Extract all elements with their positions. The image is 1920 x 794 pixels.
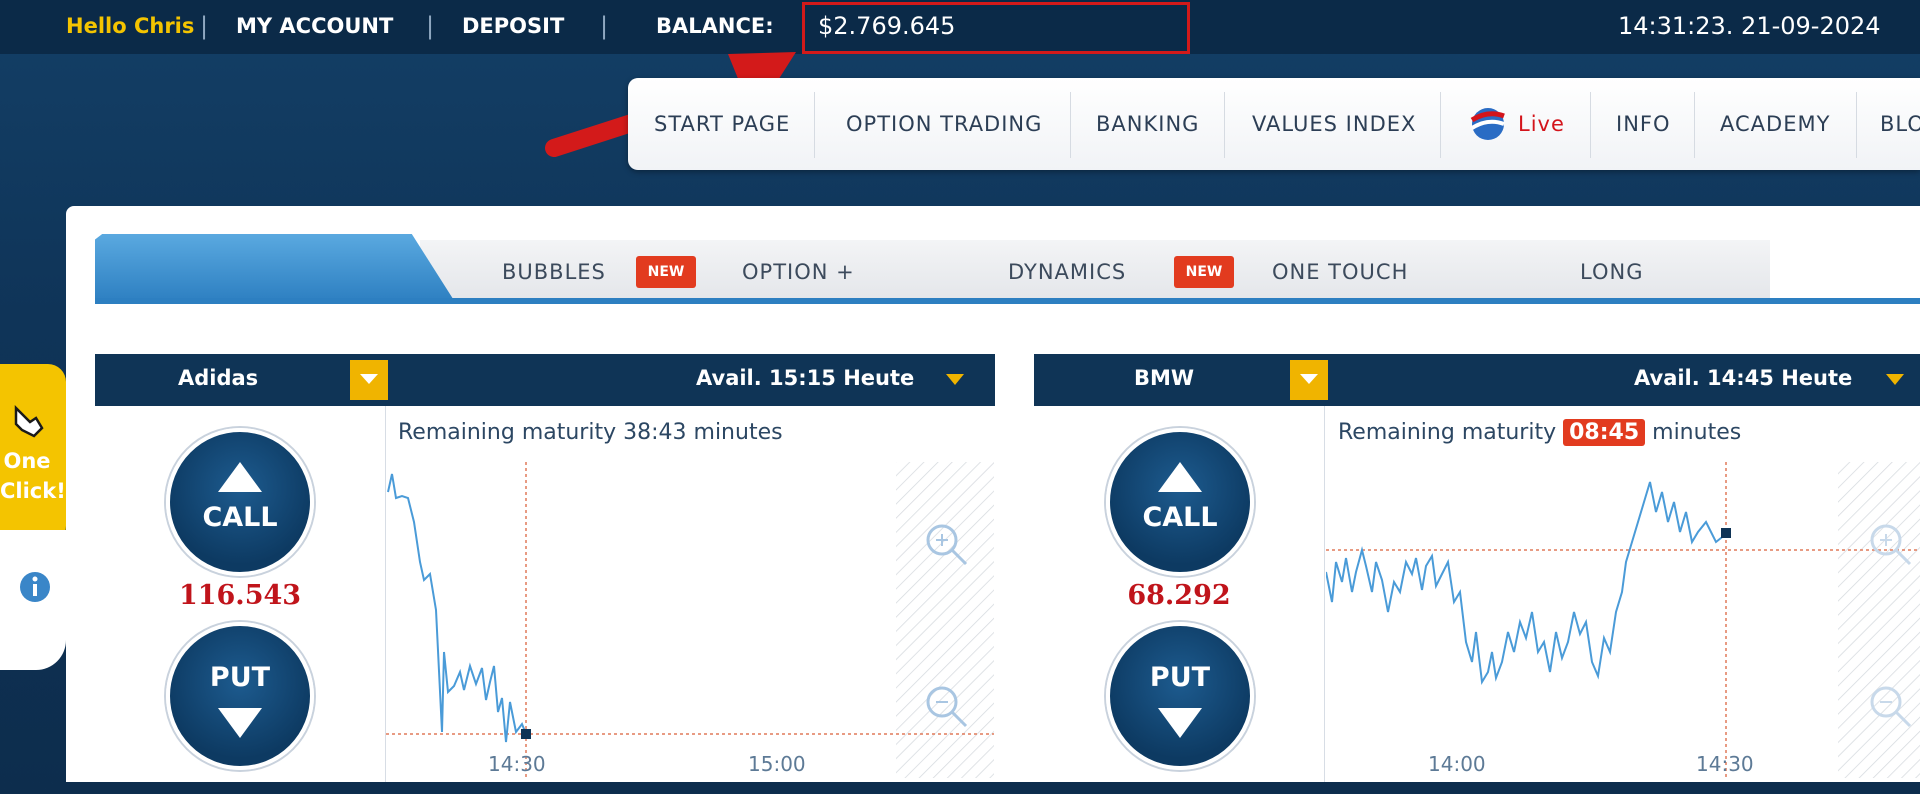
x-tick: 14:30 bbox=[1696, 752, 1754, 776]
remaining-label: Remaining maturity bbox=[398, 420, 617, 445]
remaining-label: Remaining maturity bbox=[1338, 420, 1557, 445]
info-tab[interactable] bbox=[0, 530, 66, 670]
separator: | bbox=[426, 12, 435, 40]
call-label: CALL bbox=[202, 502, 278, 533]
arrow-up-icon bbox=[1158, 462, 1202, 492]
tab-underline bbox=[95, 298, 1920, 304]
arrow-down-icon bbox=[218, 708, 262, 738]
info-icon bbox=[20, 572, 50, 602]
clock: 14:31:23. 21-09-2024 bbox=[1618, 12, 1881, 40]
tab-option-plus[interactable]: OPTION + bbox=[742, 260, 855, 284]
tab-bubbles[interactable]: BUBBLES bbox=[502, 260, 606, 284]
greeting: Hello Chris bbox=[66, 14, 195, 38]
new-badge: NEW bbox=[1174, 256, 1234, 288]
x-tick: 14:30 bbox=[488, 752, 546, 776]
nav-values-index[interactable]: VALUES INDEX bbox=[1252, 112, 1416, 136]
remaining-maturity: Remaining maturity 08:45 minutes bbox=[1338, 419, 1742, 446]
live-logo-icon bbox=[1470, 108, 1505, 140]
nav-divider bbox=[1590, 92, 1591, 158]
nav-divider bbox=[814, 92, 815, 158]
one-click-tab[interactable]: One Click! bbox=[0, 364, 66, 544]
x-tick: 14:00 bbox=[1428, 752, 1486, 776]
expiry-dropdown-icon[interactable] bbox=[1886, 374, 1904, 385]
tab-active-indicator[interactable] bbox=[95, 234, 455, 302]
availability: Avail. 15:15 Heute bbox=[696, 366, 915, 390]
call-label: CALL bbox=[1142, 502, 1218, 533]
balance-value: $2.769.645 bbox=[818, 12, 956, 40]
nav-start-page[interactable]: START PAGE bbox=[654, 112, 790, 136]
nav-banking[interactable]: BANKING bbox=[1096, 112, 1199, 136]
nav-divider bbox=[1856, 92, 1857, 158]
nav-divider bbox=[1070, 92, 1071, 158]
price-chart-adidas bbox=[386, 462, 994, 778]
asset-dropdown-button[interactable] bbox=[1290, 360, 1328, 400]
nav-option-trading[interactable]: OPTION TRADING bbox=[846, 112, 1042, 136]
asset-price: 116.543 bbox=[178, 580, 302, 611]
remaining-unit: minutes bbox=[693, 420, 783, 445]
price-chart-bmw bbox=[1326, 462, 1920, 778]
tab-one-touch[interactable]: ONE TOUCH bbox=[1272, 260, 1408, 284]
remaining-time: 38:43 bbox=[623, 420, 687, 445]
put-label: PUT bbox=[1149, 662, 1211, 693]
asset-dropdown-button[interactable] bbox=[350, 360, 388, 400]
nav-divider bbox=[1440, 92, 1441, 158]
tab-long[interactable]: LONG bbox=[1580, 260, 1643, 284]
expiry-dropdown-icon[interactable] bbox=[946, 374, 964, 385]
put-button[interactable]: PUT bbox=[166, 622, 314, 770]
call-button[interactable]: CALL bbox=[166, 428, 314, 576]
my-account-link[interactable]: MY ACCOUNT bbox=[236, 14, 393, 38]
remaining-maturity: Remaining maturity 38:43 minutes bbox=[398, 420, 783, 445]
nav-info[interactable]: INFO bbox=[1616, 112, 1671, 136]
asset-name: BMW bbox=[1134, 366, 1195, 390]
remaining-unit: minutes bbox=[1652, 420, 1742, 445]
chevron-down-icon bbox=[360, 374, 378, 384]
arrow-up-icon bbox=[218, 462, 262, 492]
remaining-time-badge: 08:45 bbox=[1563, 419, 1646, 446]
nav-academy[interactable]: ACADEMY bbox=[1720, 112, 1830, 136]
hand-pointer-icon bbox=[14, 404, 44, 438]
nav-live[interactable]: Live bbox=[1518, 112, 1565, 136]
put-label: PUT bbox=[209, 662, 271, 693]
call-button[interactable]: CALL bbox=[1106, 428, 1254, 576]
one-click-label: One Click! bbox=[0, 449, 66, 503]
put-button[interactable]: PUT bbox=[1106, 622, 1254, 770]
new-badge: NEW bbox=[636, 256, 696, 288]
nav-blog[interactable]: BLO bbox=[1880, 112, 1920, 136]
nav-divider bbox=[1224, 92, 1225, 158]
nav-divider bbox=[1694, 92, 1695, 158]
availability: Avail. 14:45 Heute bbox=[1634, 366, 1853, 390]
separator: | bbox=[200, 12, 209, 40]
tab-dynamics[interactable]: DYNAMICS bbox=[1008, 260, 1126, 284]
chevron-down-icon bbox=[1300, 374, 1318, 384]
asset-price: 68.292 bbox=[1127, 580, 1231, 611]
arrow-down-icon bbox=[1158, 708, 1202, 738]
x-tick: 15:00 bbox=[748, 752, 806, 776]
asset-name: Adidas bbox=[178, 366, 259, 390]
